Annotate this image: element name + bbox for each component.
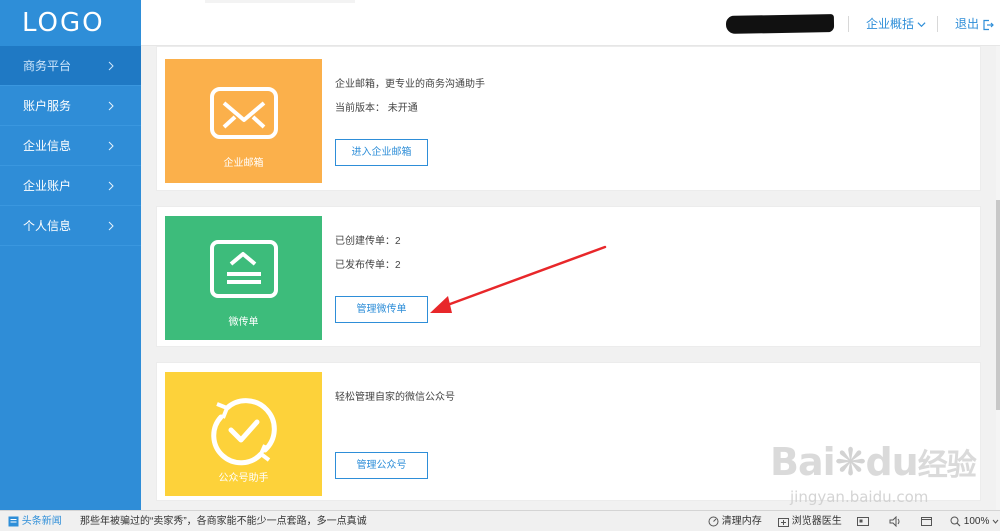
card-description: 企业邮箱，更专业的商务沟通助手 (335, 79, 485, 90)
sidebar-item-personal-info[interactable]: 个人信息 (0, 206, 141, 246)
chevron-down-icon (992, 519, 999, 524)
browser-status-bar: 头条新闻 那些年被骗过的“卖家秀”，各商家能不能少一点套路，多一点真诚 清理内存… (0, 510, 1000, 531)
clean-memory-button[interactable]: 清理内存 (708, 515, 762, 528)
sidebar: 商务平台 账户服务 企业信息 企业账户 个人信息 (0, 46, 141, 510)
card-description: 轻松管理自家的微信公众号 (335, 392, 455, 403)
header-divider (937, 16, 938, 32)
medkit-icon (778, 517, 789, 527)
window-icon[interactable] (921, 515, 932, 528)
zoom-control[interactable]: 100% (950, 515, 999, 528)
sidebar-item-label: 商务平台 (23, 59, 72, 73)
tile-label: 公众号助手 (218, 473, 269, 484)
news-headline[interactable]: 那些年被骗过的“卖家秀”，各商家能不能少一点套路，多一点真诚 (80, 515, 367, 528)
card-status: 当前版本： 未开通 (335, 103, 418, 114)
sidebar-item-label: 企业账户 (23, 179, 72, 193)
top-header: LOGO 企业概括 退出 (0, 0, 1000, 46)
sidebar-item-company-account[interactable]: 企业账户 (0, 166, 141, 206)
gauge-icon (708, 516, 719, 527)
enter-mailbox-button[interactable]: 进入企业邮箱 (335, 139, 428, 166)
logo[interactable]: LOGO (0, 0, 141, 46)
chevron-right-icon (108, 181, 114, 191)
chevron-right-icon (108, 61, 114, 71)
logout-button[interactable]: 退出 (955, 15, 995, 33)
enterprise-overview-dropdown[interactable]: 企业概括 (866, 15, 926, 33)
tile-label: 微传单 (228, 317, 259, 328)
chevron-right-icon (108, 101, 114, 111)
header-divider (848, 16, 849, 32)
browser-doctor-label: 浏览器医生 (791, 516, 842, 527)
chevron-down-icon (917, 22, 926, 28)
flyer-tile[interactable]: 微传单 (165, 216, 322, 340)
mailbox-tile[interactable]: 企业邮箱 (165, 59, 322, 183)
chevron-right-icon (108, 141, 114, 151)
volume-icon[interactable] (889, 515, 901, 528)
browser-doctor-button[interactable]: 浏览器医生 (778, 515, 842, 528)
flyers-created: 已创建传单：2 (335, 236, 401, 247)
logout-icon (983, 19, 995, 30)
baidu-watermark-logo: Bai❋du经验 (770, 440, 977, 484)
sidebar-item-company-info[interactable]: 企业信息 (0, 126, 141, 166)
p2p-icon[interactable] (857, 515, 869, 528)
headline-news-link[interactable]: 头条新闻 (8, 515, 62, 528)
redacted-username (725, 14, 835, 34)
manage-flyer-button[interactable]: 管理微传单 (335, 296, 428, 323)
clean-memory-label: 清理内存 (721, 516, 762, 527)
sidebar-item-business-platform[interactable]: 商务平台 (0, 46, 141, 86)
sidebar-item-label: 企业信息 (23, 139, 72, 153)
service-card-flyer: 微传单 已创建传单：2 已发布传单：2 管理微传单 (156, 206, 981, 347)
tile-label: 企业邮箱 (223, 158, 264, 169)
official-account-tile[interactable]: 公众号助手 (165, 372, 322, 496)
zoom-icon (950, 516, 961, 527)
sidebar-item-label: 账户服务 (23, 99, 72, 113)
sidebar-item-account-service[interactable]: 账户服务 (0, 86, 141, 126)
zoom-level: 100% (963, 516, 990, 527)
baidu-watermark-url: jingyan.baidu.com (790, 488, 929, 506)
logout-label: 退出 (955, 17, 980, 31)
sidebar-item-label: 个人信息 (23, 219, 72, 233)
chevron-right-icon (108, 221, 114, 231)
manage-official-account-button[interactable]: 管理公众号 (335, 452, 428, 479)
enterprise-overview-label: 企业概括 (866, 17, 915, 31)
service-card-mailbox: 企业邮箱 企业邮箱，更专业的商务沟通助手 当前版本： 未开通 进入企业邮箱 (156, 46, 981, 191)
news-icon (8, 516, 19, 527)
news-label: 头条新闻 (21, 516, 62, 527)
header-tab-strip (205, 0, 355, 3)
scrollbar-thumb[interactable] (996, 200, 1000, 410)
flyers-published: 已发布传单：2 (335, 260, 401, 271)
